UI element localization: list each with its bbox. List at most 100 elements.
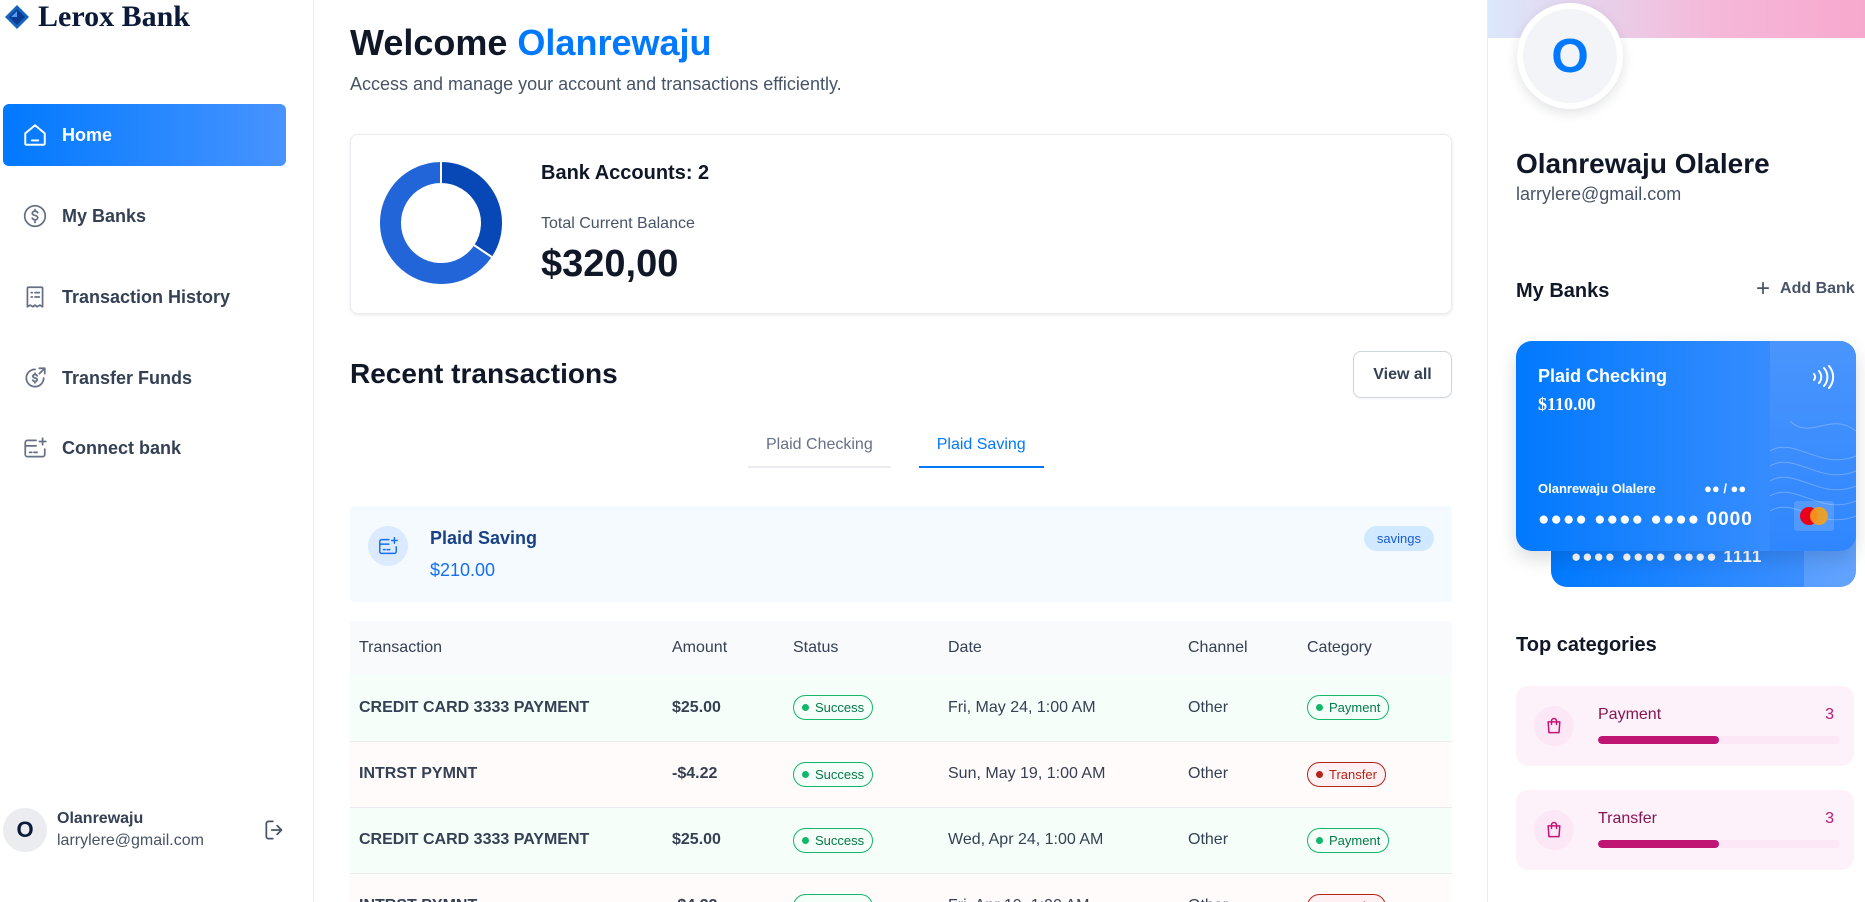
sidebar-user-name: Olanrewaju [57,810,144,827]
recent-transactions-title: Recent transactions [350,358,618,389]
selected-bank-amount: $210.00 [430,560,496,580]
sidebar-item-transaction-history[interactable]: Transaction History [3,266,286,328]
app-logo[interactable]: Lerox Bank [4,0,190,34]
category-dot [1316,704,1323,712]
transaction-category-cell: Transfer [1298,873,1452,902]
transaction-category-cell: Transfer [1298,741,1452,808]
status-label: Success [815,899,864,902]
column-header: Date [939,621,1179,675]
left-sidebar: Lerox Bank Home My Banks Transaction His… [0,0,314,902]
card-bank-name: Plaid Checking [1538,366,1668,386]
sidebar-user-info: Olanrewaju larrylere@gmail.com [57,810,262,850]
right-sidebar: O Olanrewaju Olalere larrylere@gmail.com… [1487,0,1865,902]
transaction-name: INTRST PYMNT [350,873,663,902]
transaction-status-cell: Success [784,741,939,808]
transaction-status-cell: Success [784,675,939,742]
table-row[interactable]: INTRST PYMNT -$4.22 Success Sun, May 19, 1:… [350,741,1452,808]
category-card-payment[interactable]: Payment 3 [1516,686,1854,766]
total-balance-value: $320,00 [541,243,679,285]
sidebar-item-connect-bank[interactable]: Connect bank [3,417,286,479]
table-row[interactable]: CREDIT CARD 3333 PAYMENT $25.00 Success Wed… [350,807,1452,874]
sidebar-item-label: My Banks [62,205,147,226]
page-subtitle: Access and manage your account and trans… [350,74,842,94]
card-holder-name: Olanrewaju Olalere [1538,481,1656,496]
status-label: Success [815,700,865,716]
profile-email: larrylere@gmail.com [1516,184,1682,204]
transaction-name: CREDIT CARD 3333 PAYMENT [350,675,663,742]
sidebar-item-label: Transfer Funds [62,367,193,388]
category-progress-fill [1598,840,1719,848]
sidebar-item-my-banks[interactable]: My Banks [3,185,286,247]
status-badge: Success [793,827,874,853]
total-balance-label: Total Current Balance [541,215,695,232]
sidebar-item-label: Home [62,124,113,145]
card-expiry: ●● / ●● [1704,481,1747,496]
category-count: 3 [1825,706,1834,723]
selected-bank-info[interactable]: Plaid Saving $210.00 savings [350,506,1452,602]
status-label: Success [815,832,865,848]
dollar-circle-icon [23,204,47,228]
transaction-status-cell: Success [784,807,939,874]
status-dot [802,836,809,844]
total-balance-card: Bank Accounts: 2 Total Current Balance $… [350,134,1452,314]
card-balance: $110.00 [1538,394,1596,414]
home-icon [24,124,46,146]
category-progress-fill [1598,736,1719,744]
logo-icon [5,5,29,29]
column-header: Transaction [350,621,663,675]
sidebar-item-label: Transaction History [62,286,231,307]
transaction-category-cell: Payment [1298,675,1452,742]
top-categories-title: Top categories [1516,634,1657,656]
transaction-channel: Other [1179,675,1298,742]
category-label: Payment [1329,700,1381,716]
shopping-bag-icon [1534,810,1574,850]
add-bank-label: Add Bank [1780,280,1855,297]
page-title: Welcome Olanrewaju [350,22,711,64]
category-badge: Transfer [1307,893,1386,902]
category-badge: Payment [1307,695,1390,721]
tab-plaid-saving[interactable]: Plaid Saving [918,430,1044,468]
welcome-greeting: Welcome [350,22,508,63]
bank-card-primary[interactable]: Plaid Checking $110.00 Olanrewaju Olaler… [1516,341,1856,551]
sidebar-nav: Home My Banks Transaction History Transf… [3,104,286,498]
status-badge: Success [793,761,874,787]
app-name: Lerox Bank [38,0,190,33]
transaction-name: INTRST PYMNT [350,741,663,808]
avatar[interactable]: O [3,808,47,852]
category-dot [1316,770,1323,778]
transaction-date: Wed, Apr 24, 1:00 AM [939,807,1179,874]
add-bank-button[interactable]: + Add Bank [1756,275,1855,302]
transaction-amount: $25.00 [663,807,784,874]
transaction-amount: -$4.22 [663,873,784,902]
table-row[interactable]: INTRST PYMNT-$4.22 Success Fri, Apr 19, 1:… [350,873,1452,902]
category-count: 3 [1825,810,1834,827]
account-type-badge: savings [1363,526,1434,551]
category-card-transfer[interactable]: Transfer 3 [1516,790,1854,870]
profile-avatar[interactable]: O [1517,3,1623,109]
status-badge: Success [793,695,874,721]
logout-icon[interactable] [262,817,288,843]
transaction-category-cell: Payment [1298,807,1452,874]
receipt-icon [26,286,44,308]
my-banks-title: My Banks [1516,280,1610,302]
sidebar-item-label: Connect bank [62,437,182,458]
status-dot [802,770,809,778]
category-name: Payment [1598,706,1662,723]
category-badge: Payment [1307,827,1390,853]
plus-icon: + [1756,275,1771,302]
table-row[interactable]: CREDIT CARD 3333 PAYMENT $25.00 Success Fri… [350,675,1452,742]
view-all-button[interactable]: View all [1353,351,1452,398]
main-content: Welcome Olanrewaju Access and manage you… [350,0,1452,902]
table-header-row: Transaction Amount Status Date Channel C… [350,621,1452,675]
category-label: Transfer [1329,899,1377,902]
transaction-channel: Other [1179,873,1298,902]
tab-plaid-checking[interactable]: Plaid Checking [748,430,891,468]
sidebar-item-transfer-funds[interactable]: Transfer Funds [3,347,286,409]
transaction-name: CREDIT CARD 3333 PAYMENT [350,807,663,874]
column-header: Category [1298,621,1452,675]
sidebar-item-home[interactable]: Home [3,104,286,166]
transaction-date: Fri, May 24, 1:00 AM [939,675,1179,742]
category-label: Transfer [1329,766,1377,782]
card-number: ●●●● ●●●● ●●●● 0000 [1538,509,1753,530]
sidebar-user-email: larrylere@gmail.com [57,832,204,849]
